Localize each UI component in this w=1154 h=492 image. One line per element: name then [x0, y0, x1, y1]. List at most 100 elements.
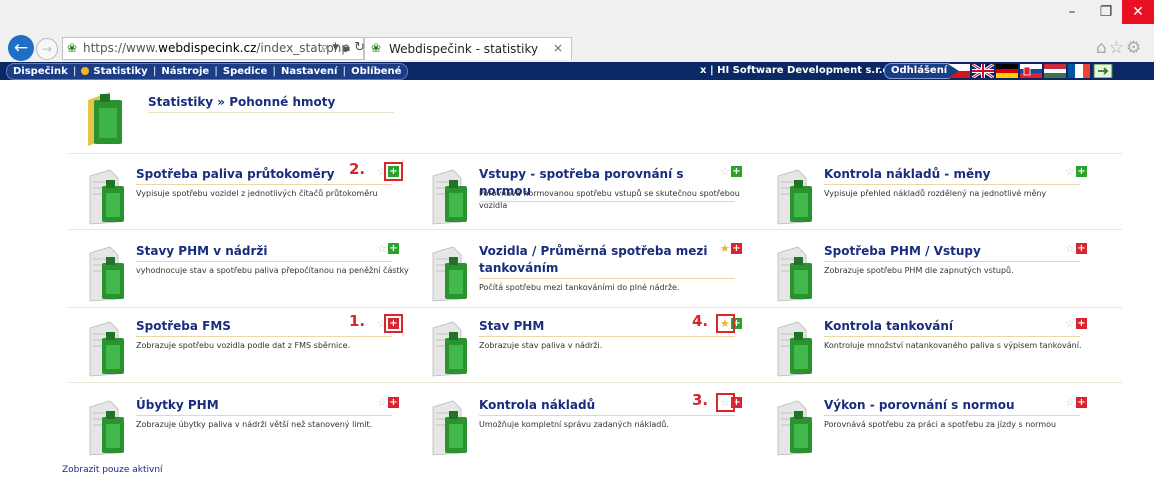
stat-card: Úbytky PHM Zobrazuje úbytky paliva v nádr…: [88, 397, 408, 467]
menu-item-dispecink[interactable]: Dispečink: [13, 66, 68, 77]
stat-card-description: Kontroluje množství natankovaného paliva…: [824, 341, 1082, 350]
show-active-only-link[interactable]: Zobrazit pouze aktivní: [62, 465, 163, 475]
fuel-can-document-icon: [89, 400, 124, 456]
stat-card: Stavy PHM v nádrži vyhodnocuje stav a spo…: [88, 243, 409, 313]
address-bar[interactable]: ❀ https://www.webdispecink.cz/index_stat…: [62, 37, 366, 60]
search-icon[interactable]: ⌕: [321, 40, 328, 55]
favorite-star-icon[interactable]: ☆: [377, 243, 387, 255]
fuel-can-document-icon: [432, 321, 467, 377]
minimize-button[interactable]: –: [1056, 0, 1088, 24]
stat-card-description: Zobrazuje spotřebu PHM dle zapnutých vst…: [824, 266, 1014, 275]
annotation-highlight-box: [384, 314, 403, 333]
favorite-star-icon[interactable]: ☆: [720, 166, 730, 178]
address-url[interactable]: https://www.webdispecink.cz/index_stat.p…: [83, 41, 349, 55]
stat-card-description: Počítá spotřebu mezi tankováními do plné…: [479, 283, 680, 292]
main-menu: Dispečink | Statistiky | Nástroje | Sped…: [6, 63, 409, 80]
forward-arrow-icon[interactable]: →: [36, 38, 58, 60]
add-plus-icon[interactable]: +: [731, 166, 742, 177]
fuel-can-document-icon: [777, 321, 812, 377]
company-info: x | HI Software Development s.r.o.: [700, 65, 893, 76]
stat-card: Spotřeba paliva průtokoměry Vypisuje spot…: [88, 160, 408, 236]
favorites-star-icon[interactable]: ☆: [1109, 38, 1126, 58]
add-plus-icon[interactable]: +: [388, 243, 399, 254]
annotation-number: 1.: [349, 312, 366, 330]
favorite-star-icon[interactable]: ☆: [1065, 243, 1075, 255]
company-close-x[interactable]: x: [700, 65, 706, 76]
remove-minus-icon[interactable]: +: [1076, 243, 1087, 254]
fuel-can-document-icon: [777, 246, 812, 302]
stat-card: Kontrola nákladů - měny Vypisuje přehled …: [776, 166, 1096, 236]
stat-card-description: Porovnává normovanou spotřebu vstupů se …: [479, 189, 740, 210]
stat-card-description: Zobrazuje stav paliva v nádrži.: [479, 341, 603, 350]
menu-item-nastaveni[interactable]: Nastavení: [281, 66, 337, 77]
remove-minus-icon[interactable]: +: [388, 397, 399, 408]
stat-card: Vstupy - spotřeba porovnání s normou Poro…: [431, 166, 751, 236]
menu-item-spedice[interactable]: Spedice: [223, 66, 267, 77]
menu-item-nastroje[interactable]: Nástroje: [161, 66, 209, 77]
favorite-star-filled-icon[interactable]: ★: [720, 243, 730, 255]
menu-separator: |: [152, 66, 157, 77]
lock-icon[interactable]: 🔒︎: [343, 40, 350, 55]
company-name: | HI Software Development s.r.o.: [709, 65, 894, 76]
settings-gear-icon[interactable]: ⚙: [1126, 38, 1143, 58]
close-window-button[interactable]: ✕: [1122, 0, 1154, 24]
favorite-star-icon[interactable]: ☆: [1065, 166, 1075, 178]
annotation-highlight-box: [716, 314, 735, 333]
flag-cz-icon[interactable]: [948, 64, 970, 78]
browser-navbar: ← → ❀ https://www.webdispecink.cz/index_…: [0, 32, 1154, 62]
stat-card: Spotřeba PHM / Vstupy Zobrazuje spotřebu …: [776, 243, 1096, 313]
maximize-button[interactable]: ❐: [1090, 0, 1122, 24]
home-icon[interactable]: ⌂: [1096, 38, 1109, 58]
favorite-star-icon[interactable]: ☆: [377, 397, 387, 409]
flag-hu-icon[interactable]: [1044, 64, 1066, 78]
stat-card-description: Vypisuje spotřebu vozidel z jednotlivých…: [136, 189, 378, 198]
fuel-can-folder-icon: [88, 92, 122, 146]
favorite-star-icon[interactable]: ☆: [1065, 318, 1075, 330]
remove-minus-icon[interactable]: +: [1076, 397, 1087, 408]
stat-card-title-link[interactable]: Kontrola nákladů - měny: [824, 166, 1080, 185]
stat-card-title-link[interactable]: Spotřeba PHM / Vstupy: [824, 243, 1080, 262]
menu-separator: |: [272, 66, 276, 77]
stat-card-description: Umožňuje kompletní správu zadaných nákla…: [479, 420, 669, 429]
stat-card-title-link[interactable]: Vozidla / Průměrná spotřeba mezi tanková…: [479, 243, 735, 279]
window-titlebar: – ❐ ✕: [0, 0, 1154, 34]
back-arrow-icon[interactable]: ←: [8, 35, 34, 61]
fuel-can-document-icon: [89, 169, 124, 225]
stat-card-title-link[interactable]: Úbytky PHM: [136, 397, 392, 416]
row-divider: [68, 153, 1122, 154]
remove-minus-icon[interactable]: +: [731, 243, 742, 254]
flag-gb-icon[interactable]: [972, 64, 994, 78]
stat-card-title-link[interactable]: Kontrola tankování: [824, 318, 1080, 337]
favorite-star-icon[interactable]: ☆: [1065, 397, 1075, 409]
fuel-can-document-icon: [432, 169, 467, 225]
logout-button[interactable]: Odhlášení: [884, 63, 955, 79]
annotation-highlight-box: [716, 393, 735, 412]
fuel-can-document-icon: [777, 400, 812, 456]
stat-card-title-link[interactable]: Výkon - porovnání s normou: [824, 397, 1080, 416]
url-prefix: https://www.: [83, 41, 159, 55]
flag-sk-icon[interactable]: [1020, 64, 1042, 78]
stat-card: Stav PHM Zobrazuje stav paliva v nádrži. ★…: [431, 312, 751, 388]
fuel-can-document-icon: [777, 169, 812, 225]
stat-card: Výkon - porovnání s normou Porovnává spot…: [776, 397, 1096, 467]
stat-card-description: vyhodnocuje stav a spotřebu paliva přepo…: [136, 266, 409, 275]
browser-tab[interactable]: ❀ Webdispečink - statistiky ×: [364, 37, 572, 60]
tab-close-icon[interactable]: ×: [553, 41, 563, 55]
flag-de-icon[interactable]: [996, 64, 1018, 78]
annotation-number: 4.: [692, 312, 709, 330]
site-favicon-icon: ❀: [67, 41, 78, 55]
flag-fr-icon[interactable]: [1068, 64, 1090, 78]
menu-item-oblibene[interactable]: Oblíbené: [351, 66, 401, 77]
add-plus-icon[interactable]: +: [1076, 166, 1087, 177]
annotation-number: 2.: [349, 160, 366, 178]
address-tools: ⌕ ▾ 🔒︎ ↻: [321, 40, 366, 55]
remove-minus-icon[interactable]: +: [1076, 318, 1087, 329]
tab-favicon-icon: ❀: [371, 41, 382, 55]
fuel-can-document-icon: [89, 321, 124, 377]
stat-card: Vozidla / Průměrná spotřeba mezi tanková…: [431, 243, 751, 313]
url-domain: webdispecink.cz: [158, 41, 257, 55]
stat-card-description: Vypisuje přehled nákladů rozdělený na je…: [824, 189, 1047, 198]
export-icon[interactable]: [1092, 64, 1114, 78]
stat-card-title-link[interactable]: Stavy PHM v nádrži: [136, 243, 392, 262]
menu-item-statistiky[interactable]: Statistiky: [81, 66, 148, 77]
